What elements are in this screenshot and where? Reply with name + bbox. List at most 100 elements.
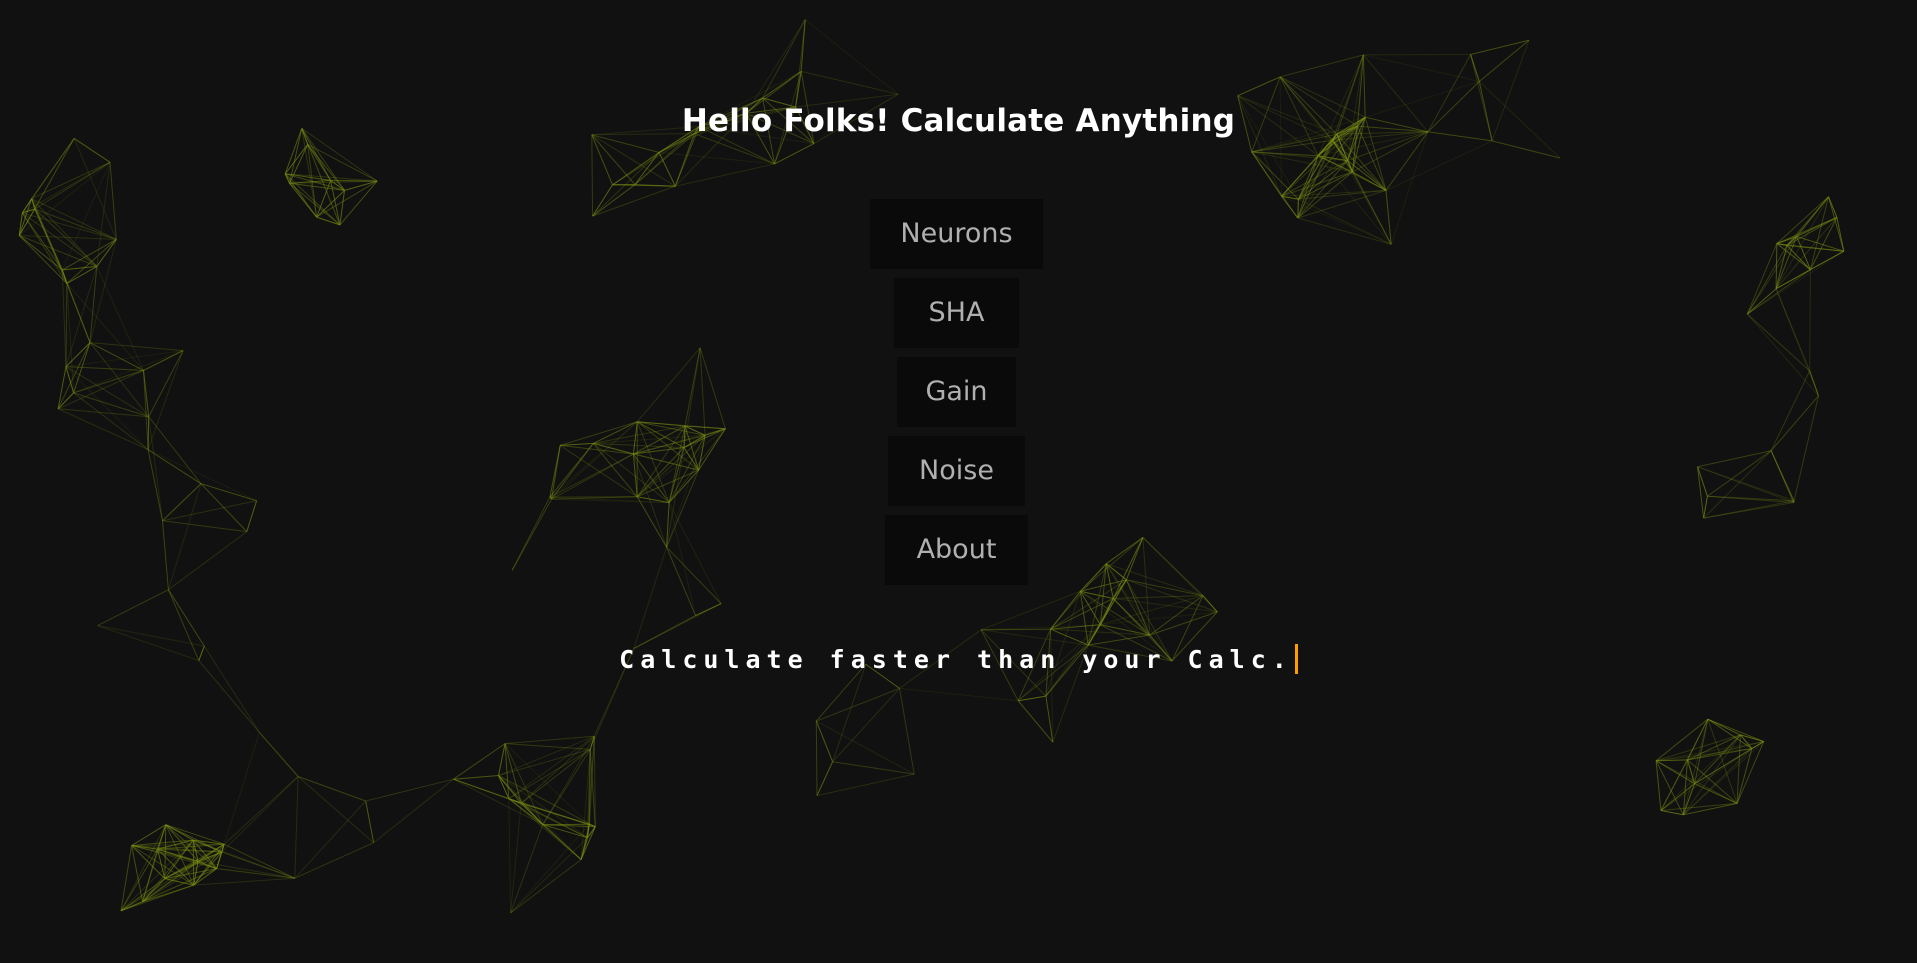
network-link bbox=[1746, 288, 1777, 315]
network-link bbox=[816, 687, 900, 722]
network-link bbox=[21, 138, 75, 214]
network-link bbox=[131, 845, 144, 902]
network-link bbox=[22, 212, 98, 267]
network-link bbox=[498, 743, 506, 776]
network-link bbox=[316, 190, 345, 218]
network-link bbox=[832, 688, 900, 763]
network-link bbox=[294, 800, 367, 879]
network-link bbox=[73, 369, 144, 394]
network-link bbox=[511, 496, 551, 571]
network-link bbox=[1279, 54, 1364, 78]
network-link bbox=[162, 520, 169, 590]
network-link bbox=[1660, 810, 1684, 816]
network-link bbox=[73, 350, 184, 394]
network-link bbox=[147, 449, 257, 502]
network-link bbox=[148, 350, 184, 417]
network-link bbox=[1770, 450, 1795, 501]
network-link bbox=[1775, 288, 1819, 396]
network-link bbox=[1142, 537, 1218, 613]
network-link bbox=[57, 342, 91, 410]
neurons-button[interactable]: Neurons bbox=[870, 199, 1043, 269]
network-link bbox=[668, 502, 696, 616]
network-link bbox=[168, 531, 248, 591]
network-link bbox=[65, 283, 68, 367]
network-link bbox=[1683, 802, 1738, 816]
noise-button[interactable]: Noise bbox=[888, 436, 1025, 506]
network-link bbox=[307, 143, 378, 182]
network-link bbox=[61, 269, 67, 367]
network-link bbox=[193, 877, 295, 886]
network-link bbox=[453, 778, 509, 800]
network-link bbox=[1079, 591, 1089, 646]
network-link bbox=[89, 342, 150, 418]
network-link bbox=[510, 859, 582, 914]
network-link bbox=[18, 235, 63, 271]
network-link bbox=[504, 735, 595, 745]
network-link bbox=[143, 370, 149, 450]
network-link bbox=[147, 449, 202, 485]
page-title: Hello Folks! Calculate Anything bbox=[681, 103, 1236, 139]
network-link bbox=[96, 266, 144, 371]
network-link bbox=[89, 239, 117, 343]
network-link bbox=[658, 151, 775, 165]
network-link bbox=[294, 842, 374, 879]
network-link bbox=[1746, 313, 1819, 397]
network-link bbox=[162, 520, 247, 533]
network-link bbox=[57, 369, 144, 410]
network-link bbox=[632, 421, 638, 455]
network-link bbox=[307, 144, 345, 191]
network-link bbox=[297, 776, 366, 802]
network-link bbox=[1776, 236, 1797, 245]
network-link bbox=[453, 743, 506, 780]
network-link bbox=[65, 350, 184, 368]
network-link bbox=[1697, 466, 1795, 502]
network-link bbox=[344, 180, 378, 191]
network-link bbox=[636, 347, 701, 423]
network-link bbox=[1809, 269, 1811, 371]
network-link bbox=[1793, 395, 1819, 501]
network-link bbox=[294, 776, 299, 879]
network-link bbox=[34, 208, 68, 284]
gain-button[interactable]: Gain bbox=[897, 357, 1016, 427]
network-link bbox=[510, 837, 588, 914]
network-link bbox=[636, 496, 668, 548]
network-link bbox=[899, 688, 915, 775]
network-link bbox=[289, 182, 317, 218]
about-button[interactable]: About bbox=[885, 515, 1028, 585]
network-link bbox=[508, 798, 512, 913]
network-link bbox=[815, 720, 834, 762]
sha-button[interactable]: SHA bbox=[894, 278, 1019, 348]
network-link bbox=[666, 546, 722, 604]
network-link bbox=[1703, 500, 1795, 519]
network-link bbox=[504, 743, 591, 750]
network-link bbox=[1470, 54, 1480, 82]
network-link bbox=[510, 824, 544, 914]
network-link bbox=[97, 589, 169, 627]
page-background: Hello Folks! Calculate Anything Neurons … bbox=[0, 0, 1917, 963]
network-link bbox=[816, 773, 915, 797]
network-link bbox=[246, 500, 258, 532]
network-link bbox=[1385, 140, 1493, 191]
network-link bbox=[21, 212, 63, 271]
network-link bbox=[816, 761, 834, 796]
network-link bbox=[815, 721, 818, 796]
network-link bbox=[1747, 250, 1845, 315]
network-link bbox=[1106, 563, 1204, 597]
network-link bbox=[498, 775, 588, 839]
network-link bbox=[1363, 54, 1480, 82]
network-link bbox=[259, 732, 299, 777]
network-link bbox=[666, 547, 696, 616]
network-link bbox=[453, 775, 499, 780]
network-link bbox=[192, 840, 195, 886]
network-link bbox=[508, 735, 595, 800]
network-link bbox=[162, 500, 257, 522]
network-link bbox=[510, 823, 590, 914]
network-link bbox=[316, 180, 378, 218]
network-link bbox=[65, 366, 149, 451]
network-link bbox=[1113, 598, 1218, 613]
network-link bbox=[1740, 734, 1764, 742]
network-link bbox=[1660, 802, 1738, 811]
tagline: Calculate faster than your Calc. bbox=[0, 640, 1917, 680]
network-link bbox=[899, 687, 1019, 702]
network-link bbox=[22, 161, 111, 214]
